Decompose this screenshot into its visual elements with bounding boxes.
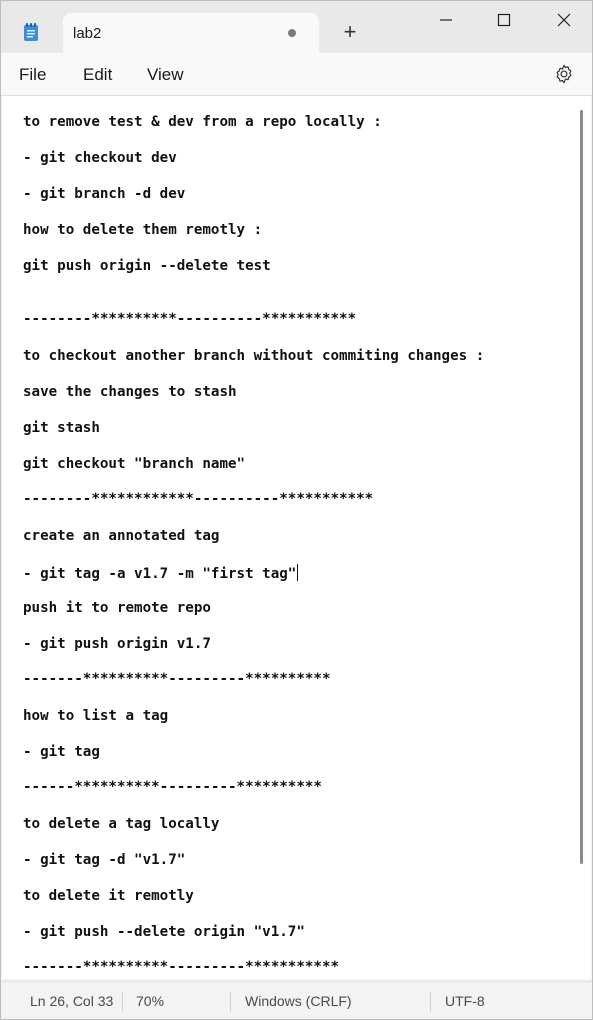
minimize-icon[interactable] [423, 5, 469, 35]
editor-line: git stash [23, 420, 100, 436]
editor-line: - git push --delete origin "v1.7" [23, 924, 305, 940]
editor-line: how to list a tag [23, 708, 169, 724]
editor-line: git push origin --delete test [23, 258, 271, 274]
gear-icon[interactable] [553, 63, 575, 85]
editor-line: save the changes to stash [23, 384, 237, 400]
maximize-icon[interactable] [481, 5, 527, 35]
menu-bar: File Edit View [1, 53, 592, 96]
unsaved-dot-icon[interactable] [288, 29, 296, 37]
notepad-window: lab2 + File Edit View to remove test & d… [0, 0, 593, 1020]
line-ending[interactable]: Windows (CRLF) [245, 993, 352, 1009]
editor-line: - git push origin v1.7 [23, 636, 211, 652]
editor-line: - git branch -d dev [23, 186, 186, 202]
menu-view[interactable]: View [147, 65, 184, 85]
status-divider [230, 992, 231, 1012]
editor-line: to delete it remotly [23, 888, 194, 904]
menu-edit[interactable]: Edit [83, 65, 112, 85]
zoom-level[interactable]: 70% [136, 993, 164, 1009]
editor-line: to remove test & dev from a repo locally… [23, 114, 382, 130]
close-icon[interactable] [541, 5, 587, 35]
vertical-scrollbar[interactable] [580, 110, 586, 870]
editor-line: --------**********----------*********** [23, 311, 357, 327]
notepad-icon [24, 23, 38, 41]
title-bar: lab2 + [1, 1, 592, 53]
editor-line: git checkout "branch name" [23, 456, 246, 472]
editor-line: -------**********---------********** [23, 671, 331, 687]
editor-line: --------************----------**********… [23, 491, 374, 507]
editor-line: to checkout another branch without commi… [23, 348, 485, 364]
tab-title: lab2 [73, 25, 102, 42]
text-caret [297, 564, 299, 581]
editor-line: push it to remote repo [23, 600, 211, 616]
editor-line: - git checkout dev [23, 150, 177, 166]
status-divider [430, 992, 431, 1012]
editor-line-text: - git tag -a v1.7 -m "first tag" [23, 566, 297, 582]
editor-line: ------**********---------********** [23, 779, 322, 795]
encoding[interactable]: UTF-8 [445, 993, 485, 1009]
status-divider [122, 992, 123, 1012]
tab-lab2[interactable]: lab2 [63, 13, 319, 53]
editor-line: create an annotated tag [23, 528, 220, 544]
menu-file[interactable]: File [19, 65, 46, 85]
editor-line: - git tag -d "v1.7" [23, 852, 186, 868]
editor-line: -------**********---------*********** [23, 959, 340, 975]
editor-line-current: - git tag -a v1.7 -m "first tag" [23, 564, 299, 582]
cursor-position[interactable]: Ln 26, Col 33 [30, 993, 113, 1009]
editor-line: - git tag [23, 744, 100, 760]
editor-line: to delete a tag locally [23, 816, 220, 832]
text-editor[interactable]: to remove test & dev from a repo locally… [2, 96, 591, 979]
editor-line: how to delete them remotly : [23, 222, 263, 238]
status-bar: Ln 26, Col 33 70% Windows (CRLF) UTF-8 [1, 981, 592, 1019]
scrollbar-thumb[interactable] [580, 110, 583, 864]
new-tab-button[interactable]: + [339, 21, 361, 43]
